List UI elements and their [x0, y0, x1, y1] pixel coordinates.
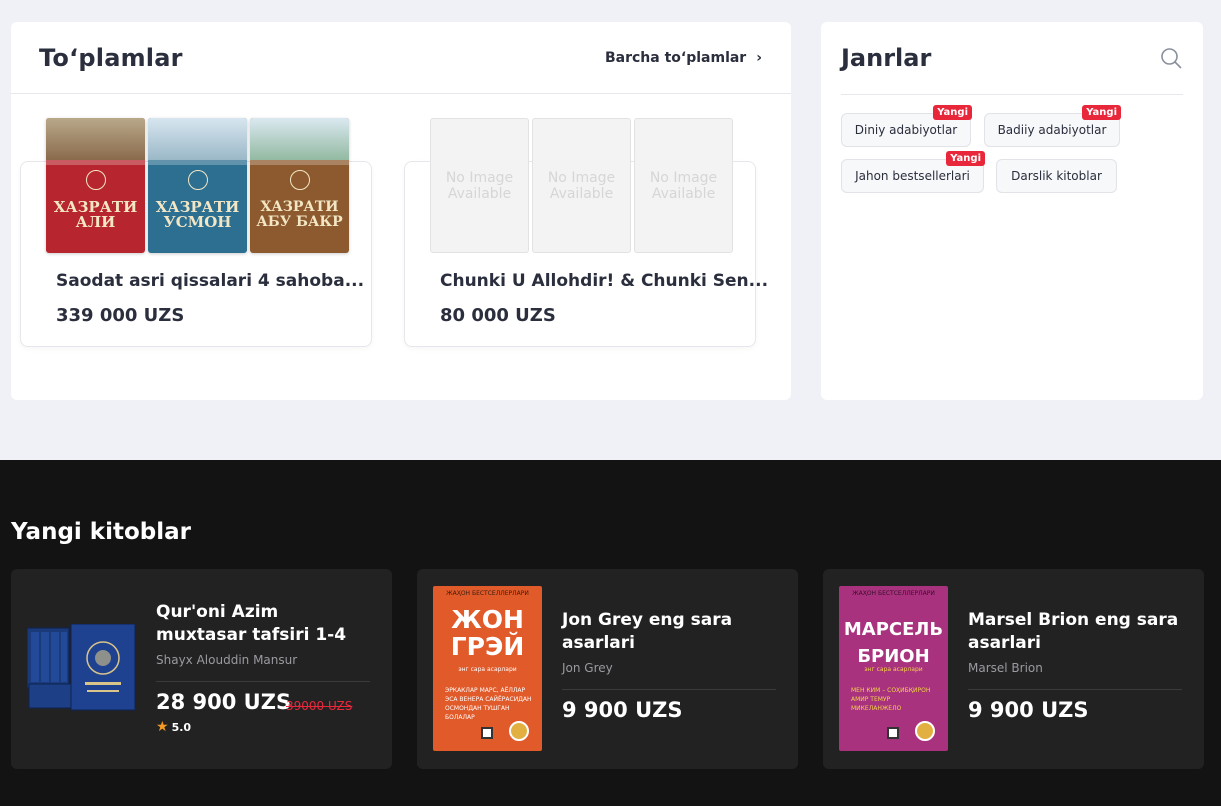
see-all-collections-link[interactable]: Barcha to‘plamlar ›	[605, 50, 762, 66]
genre-chip-label: Badiiy adabiyotlar	[997, 123, 1107, 137]
genre-chip-label: Diniy adabiyotlar	[854, 123, 958, 137]
genre-chip-darslik[interactable]: Darslik kitoblar	[996, 159, 1117, 193]
no-image-placeholder: No Image Available	[430, 118, 529, 253]
star-icon: ★	[156, 719, 169, 735]
book-cover-image: ЖАҲОН БЕСТСЕЛЛЕРЛАРИ МАРСЕЛЬ БРИОН энг с…	[839, 586, 948, 751]
book-old-price: 39000 UZS	[286, 699, 353, 713]
book-price: 28 900 UZS	[156, 690, 292, 714]
seal-icon	[915, 721, 935, 741]
collection-name[interactable]: Chunki U Allohdir! & Chunki Sen...	[440, 271, 768, 291]
book-cover-image: ХАЗРАТИ АЛИ	[46, 118, 145, 253]
book-cover-image	[27, 624, 136, 711]
book-author: Shayx Alouddin Mansur	[156, 653, 298, 667]
book-card[interactable]: ЖАҲОН БЕСТСЕЛЛЕРЛАРИ МАРСЕЛЬ БРИОН энг с…	[823, 569, 1204, 769]
book-cover-image: ХАЗРАТИ АБУ БАКР	[250, 118, 349, 253]
new-badge: Yangi	[1082, 105, 1121, 120]
genre-chip-badiiy[interactable]: Badiiy adabiyotlar Yangi	[984, 105, 1121, 147]
qr-code-icon	[887, 727, 899, 739]
rating-value: 5.0	[171, 720, 192, 734]
book-cover-image: ЖАҲОН БЕСТСЕЛЛЕРЛАРИ ЖОН ГРЭЙ энг сара а…	[433, 586, 542, 751]
collection-covers: No Image Available No Image Available No…	[430, 118, 733, 253]
collections-header: To‘plamlar Barcha to‘plamlar ›	[11, 22, 791, 94]
divider	[968, 689, 1182, 690]
genre-chip-jahon[interactable]: Jahon bestsellerlari Yangi	[841, 151, 985, 193]
genre-chip-label: Jahon bestsellerlari	[855, 169, 970, 183]
genres-title: Janrlar	[841, 44, 932, 72]
book-price: 9 900 UZS	[562, 698, 683, 722]
collections-title: To‘plamlar	[39, 43, 183, 72]
new-books-title: Yangi kitoblar	[11, 519, 191, 545]
no-image-placeholder: No Image Available	[532, 118, 631, 253]
chevron-right-icon: ›	[756, 49, 762, 66]
divider	[562, 689, 776, 690]
book-title[interactable]: Marsel Brion eng sara asarlari	[968, 609, 1183, 655]
book-title[interactable]: Jon Grey eng sara asarlari	[562, 609, 777, 655]
book-card[interactable]: Qur'oni Azim muxtasar tafsiri 1-4 Shayx …	[11, 569, 392, 769]
genres-header: Janrlar	[841, 22, 1183, 95]
book-price: 9 900 UZS	[968, 698, 1089, 722]
book-title[interactable]: Qur'oni Azim muxtasar tafsiri 1-4	[156, 601, 371, 647]
seal-icon	[509, 721, 529, 741]
genre-chip-diniy[interactable]: Diniy adabiyotlar Yangi	[841, 105, 972, 147]
new-badge: Yangi	[946, 151, 985, 166]
book-cover-image: ХАЗРАТИ УСМОН	[148, 118, 247, 253]
collection-covers: ХАЗРАТИ АЛИ ХАЗРАТИ УСМОН ХАЗРАТИ АБУ БА…	[46, 118, 349, 253]
book-card[interactable]: ЖАҲОН БЕСТСЕЛЛЕРЛАРИ ЖОН ГРЭЙ энг сара а…	[417, 569, 798, 769]
new-badge: Yangi	[933, 105, 972, 120]
book-author: Marsel Brion	[968, 661, 1043, 675]
book-rating: ★ 5.0	[156, 719, 191, 735]
qr-code-icon	[481, 727, 493, 739]
book-author: Jon Grey	[562, 661, 613, 675]
genres-panel: Janrlar Diniy adabiyotlar Yangi Badiiy a…	[821, 22, 1203, 400]
search-icon[interactable]	[1159, 46, 1183, 70]
collection-name[interactable]: Saodat asri qissalari 4 sahoba...	[56, 271, 364, 291]
new-books-section: Yangi kitoblar Qur'oni Azim muxtasar taf…	[0, 460, 1221, 806]
collection-price: 80 000 UZS	[440, 305, 556, 326]
see-all-label: Barcha to‘plamlar	[604, 49, 747, 66]
collection-price: 339 000 UZS	[56, 305, 185, 326]
genre-chip-label: Darslik kitoblar	[1011, 169, 1102, 183]
no-image-placeholder: No Image Available	[634, 118, 733, 253]
divider	[156, 681, 370, 682]
